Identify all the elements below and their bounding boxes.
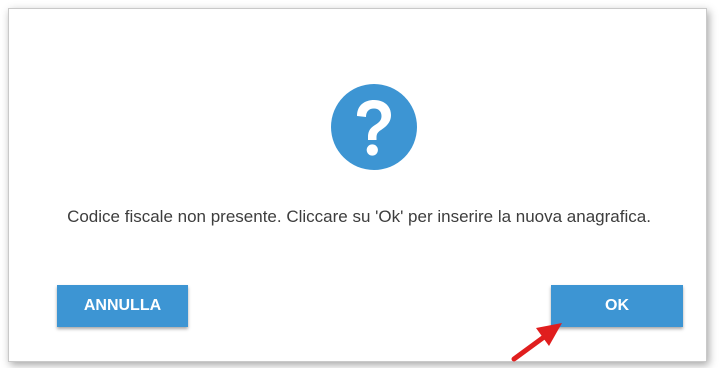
question-icon [331,84,417,170]
cancel-button[interactable]: ANNULLA [57,285,188,327]
screen: Codice fiscale non presente. Cliccare su… [0,0,721,368]
confirm-dialog: Codice fiscale non presente. Cliccare su… [8,8,707,362]
ok-button[interactable]: OK [551,285,683,327]
red-arrow-pointer-icon [511,323,562,362]
question-mark-glyph [357,100,391,156]
dialog-message: Codice fiscale non presente. Cliccare su… [67,207,651,226]
